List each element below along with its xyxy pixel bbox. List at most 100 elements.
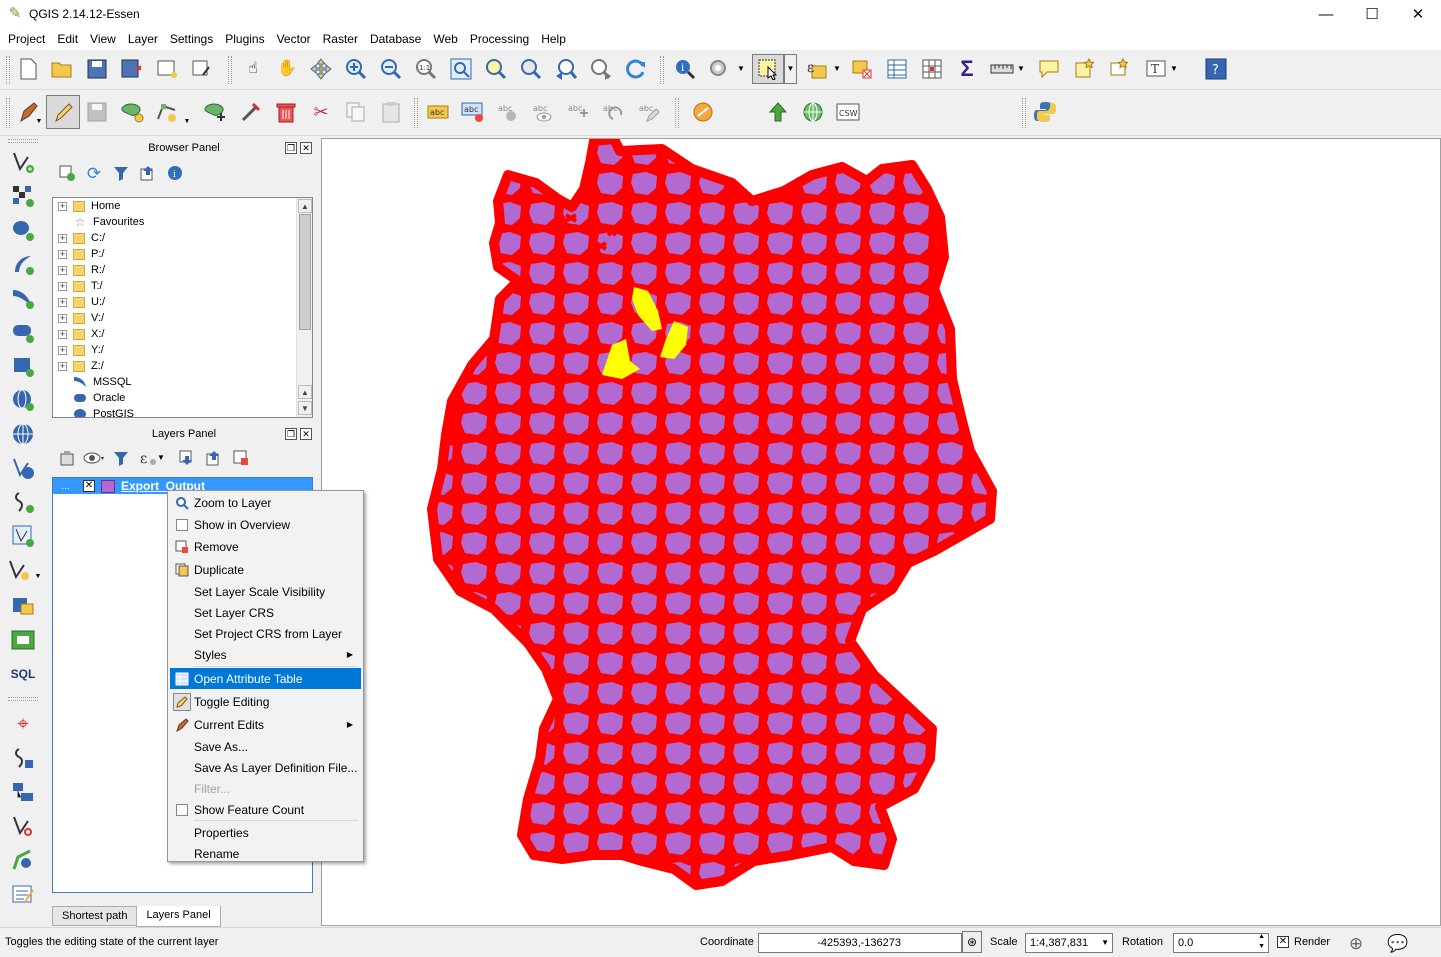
add-oracle-layer-icon[interactable]	[10, 319, 36, 345]
dropdown-arrow-icon[interactable]: ▼	[1014, 56, 1028, 82]
save-as-icon[interactable]	[119, 56, 145, 82]
checkbox-icon[interactable]	[170, 518, 194, 531]
metasearch-icon[interactable]	[800, 99, 826, 125]
new-spatialite-layer-icon[interactable]	[10, 627, 36, 653]
zoom-last-icon[interactable]	[553, 56, 579, 82]
rotate-label-icon[interactable]: abc	[600, 99, 626, 125]
browser-item[interactable]: + Z:/	[53, 358, 312, 374]
menu-remove[interactable]: Remove	[170, 536, 361, 557]
plugin-layer-icon[interactable]	[690, 99, 716, 125]
toolbar-grip[interactable]	[414, 98, 418, 128]
deselect-all-icon[interactable]	[849, 56, 875, 82]
select-features-button[interactable]	[752, 54, 784, 84]
toolbar-grip[interactable]	[675, 98, 679, 128]
layer-diagram-icon[interactable]: abc	[460, 99, 486, 125]
scroll-down-arrow-icon[interactable]: ▼	[298, 401, 312, 415]
db-manager-sql-icon[interactable]: SQL	[5, 661, 41, 687]
browser-item[interactable]: + X:/	[53, 326, 312, 342]
browser-item[interactable]: + V:/	[53, 310, 312, 326]
network-analysis-icon[interactable]	[10, 779, 36, 805]
menu-raster[interactable]: Raster	[317, 32, 364, 46]
zoom-next-icon[interactable]	[588, 56, 614, 82]
menu-set-project-crs-from-layer[interactable]: Set Project CRS from Layer	[170, 623, 361, 644]
identify-features-icon[interactable]: i	[672, 56, 698, 82]
expand-icon[interactable]: +	[58, 201, 67, 211]
composer-manager-icon[interactable]	[189, 56, 215, 82]
tab-shortest-path[interactable]: Shortest path	[52, 906, 138, 926]
zoom-to-layer-icon[interactable]	[518, 56, 544, 82]
menu-edit[interactable]: Edit	[51, 32, 84, 46]
float-panel-button[interactable]: ❐	[285, 428, 297, 440]
pan-to-selection-icon[interactable]	[308, 56, 334, 82]
crs-status-icon[interactable]: ⊕	[1343, 930, 1369, 956]
python-console-icon[interactable]	[1032, 99, 1058, 125]
toolbar-grip[interactable]	[1022, 98, 1026, 128]
expand-icon[interactable]: +	[58, 249, 67, 259]
zoom-in-icon[interactable]	[343, 56, 369, 82]
add-mssql-spatial-icon[interactable]	[10, 593, 36, 619]
menu-zoom-to-layer[interactable]: Zoom to Layer	[170, 492, 361, 513]
info-icon[interactable]: i	[162, 160, 188, 186]
browser-item[interactable]: + T:/	[53, 278, 312, 294]
dropdown-arrow-icon[interactable]: ▼	[1167, 56, 1181, 82]
node-tool-icon[interactable]	[154, 99, 180, 125]
browser-item[interactable]: Oracle	[53, 390, 312, 406]
menu-set-layer-crs[interactable]: Set Layer CRS	[170, 602, 361, 623]
expand-icon[interactable]: +	[58, 297, 67, 307]
close-panel-button[interactable]: ✕	[300, 428, 312, 440]
browser-item[interactable]: + Y:/	[53, 342, 312, 358]
menu-database[interactable]: Database	[364, 32, 427, 46]
toggle-editing-button[interactable]	[46, 95, 80, 129]
show-bookmarks-icon[interactable]	[1106, 56, 1132, 82]
refresh-icon[interactable]	[623, 56, 649, 82]
field-calculator-icon[interactable]	[919, 56, 945, 82]
menu-properties[interactable]: Properties	[170, 822, 361, 843]
toolbar-grip[interactable]	[6, 56, 10, 84]
menu-view[interactable]: View	[84, 32, 122, 46]
filter-legend-icon[interactable]	[108, 445, 134, 471]
new-print-composer-icon[interactable]	[154, 56, 180, 82]
scroll-thumb[interactable]	[299, 214, 311, 330]
browser-tree[interactable]: + Home ☆ Favourites + C:/ + P:/ + R:/ + T:/ + U:/ + V:/…	[52, 197, 313, 418]
add-selected-layers-icon[interactable]	[54, 160, 80, 186]
germany-polygon[interactable]	[427, 139, 997, 890]
menu-save-as[interactable]: Save As...	[170, 736, 361, 757]
browser-item[interactable]: + P:/	[53, 246, 312, 262]
dropdown-arrow-icon[interactable]: ▼	[180, 108, 194, 134]
menu-show-feature-count[interactable]: Show Feature Count	[170, 799, 361, 820]
messages-icon[interactable]: 💬	[1385, 930, 1411, 956]
scroll-up-arrow-icon[interactable]: ▲	[298, 385, 312, 399]
spin-arrows-icon[interactable]: ▲ ▼	[1258, 932, 1265, 952]
menu-vector[interactable]: Vector	[271, 32, 317, 46]
open-attribute-table-icon[interactable]	[884, 56, 910, 82]
cut-features-icon[interactable]: ✂	[308, 99, 334, 125]
move-feature-icon[interactable]	[202, 99, 228, 125]
dropdown-arrow-icon[interactable]: ▼	[734, 56, 748, 82]
statistical-summary-icon[interactable]: Σ	[954, 56, 980, 82]
add-spatialite-layer-icon[interactable]	[10, 251, 36, 277]
dropdown-arrow-icon[interactable]: ▼	[154, 445, 168, 471]
expand-icon[interactable]: +	[58, 361, 67, 371]
new-bookmark-icon[interactable]	[1071, 56, 1097, 82]
gps-tool-icon[interactable]	[10, 745, 36, 771]
upload-icon[interactable]	[765, 99, 791, 125]
close-panel-button[interactable]: ✕	[300, 142, 312, 154]
pin-labels-icon[interactable]: abc	[495, 99, 521, 125]
menu-open-attribute-table[interactable]: Open Attribute Table	[170, 668, 361, 689]
menu-help[interactable]: Help	[535, 32, 572, 46]
render-checkbox[interactable]: ✕	[1277, 936, 1289, 948]
rotation-spinbox[interactable]: 0.0 ▲ ▼	[1173, 933, 1269, 953]
scroll-up-arrow-icon[interactable]: ▲	[298, 199, 312, 213]
add-wcs-layer-icon[interactable]	[10, 421, 36, 447]
refresh-icon[interactable]: ⟳	[81, 160, 107, 186]
add-wms-layer-icon[interactable]	[10, 387, 36, 413]
browser-item[interactable]: MSSQL	[53, 374, 312, 390]
digitizing-tools-icon[interactable]	[10, 847, 36, 873]
open-project-icon[interactable]	[49, 56, 75, 82]
remove-layer-icon[interactable]	[228, 445, 254, 471]
run-feature-action-icon[interactable]	[706, 56, 732, 82]
zoom-full-icon[interactable]	[448, 56, 474, 82]
menu-processing[interactable]: Processing	[464, 32, 535, 46]
add-feature-icon[interactable]	[119, 99, 145, 125]
measure-line-icon[interactable]	[989, 56, 1015, 82]
